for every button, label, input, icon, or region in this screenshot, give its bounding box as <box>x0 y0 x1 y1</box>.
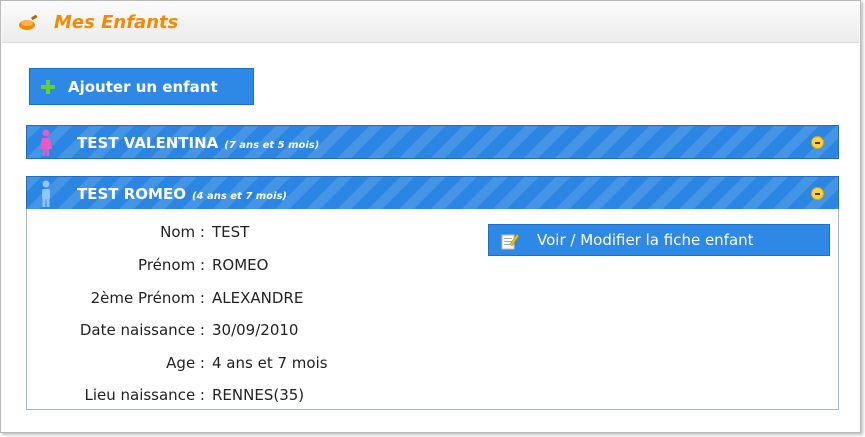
detail-value: 30/09/2010 <box>212 321 299 339</box>
add-child-label: Ajouter un enfant <box>68 78 218 96</box>
detail-value: ROMEO <box>212 256 269 274</box>
edit-child-button[interactable]: Voir / Modifier la fiche enfant <box>488 224 830 256</box>
female-person-icon <box>40 129 52 156</box>
male-person-icon <box>42 180 50 207</box>
pan-icon <box>19 15 38 30</box>
detail-label: 2ème Prénom : <box>90 289 205 307</box>
detail-label: Prénom : <box>138 256 205 274</box>
detail-label: Age : <box>166 354 205 372</box>
edit-pencil-icon <box>501 233 519 250</box>
detail-value: ALEXANDRE <box>212 289 304 307</box>
child-bar-romeo[interactable]: TEST ROMEO (4 ans et 7 mois) <box>26 176 839 210</box>
child-name: TEST VALENTINA <box>77 134 219 152</box>
detail-value: TEST <box>212 223 250 241</box>
child-bar-valentina[interactable]: TEST VALENTINA (7 ans et 5 mois) <box>26 125 839 159</box>
detail-label: Nom : <box>160 223 205 241</box>
collapse-toggle-icon[interactable] <box>811 187 824 200</box>
detail-label: Date naissance : <box>79 321 205 339</box>
add-child-button[interactable]: Ajouter un enfant <box>29 68 254 105</box>
detail-label: Lieu naissance : <box>84 386 205 404</box>
expand-toggle-icon[interactable] <box>811 136 824 149</box>
mes-enfants-panel: Mes Enfants Ajouter un enfant TEST VALEN… <box>0 0 861 433</box>
detail-value: RENNES(35) <box>212 386 305 404</box>
detail-value: 4 ans et 7 mois <box>212 354 328 372</box>
panel-title: Mes Enfants <box>54 12 179 33</box>
child-age: (7 ans et 5 mois) <box>224 140 320 151</box>
child-name: TEST ROMEO <box>77 185 186 203</box>
plus-icon <box>41 80 55 94</box>
edit-child-label: Voir / Modifier la fiche enfant <box>537 231 754 249</box>
panel-header: Mes Enfants <box>2 2 859 43</box>
child-age: (4 ans et 7 mois) <box>191 191 288 202</box>
